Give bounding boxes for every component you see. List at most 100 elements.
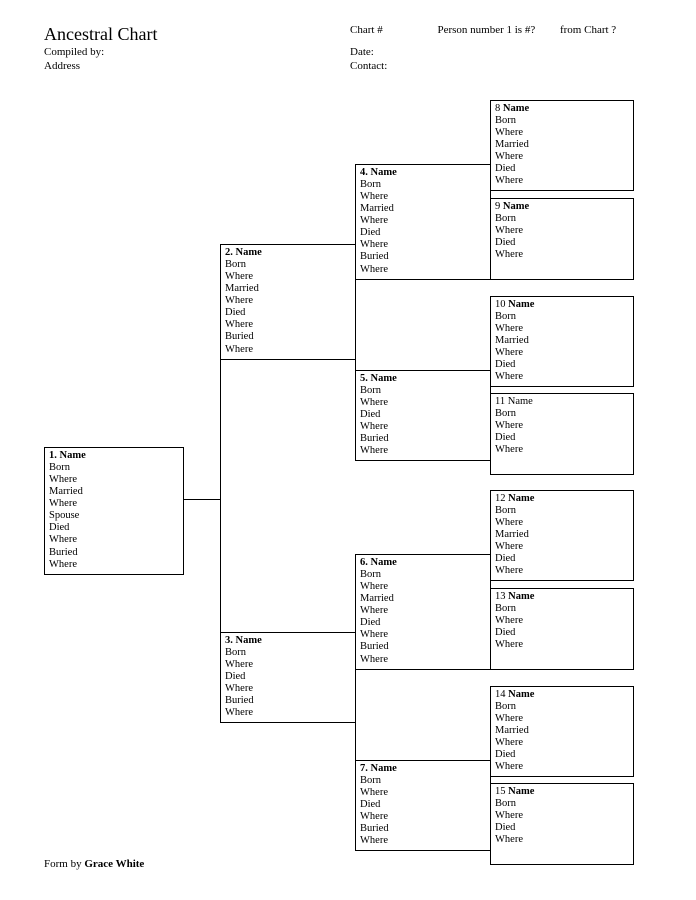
box-field: Where: [360, 581, 486, 593]
box-field: Born: [360, 775, 486, 787]
box-field: Where: [495, 249, 629, 261]
box-field: Died: [495, 553, 629, 565]
box-field: Born: [495, 701, 629, 713]
box-field: Born: [49, 462, 179, 474]
box-field: Where: [225, 683, 351, 695]
box-field: Married: [225, 283, 351, 295]
box-head: 5. Name: [360, 373, 486, 385]
box-field: Married: [495, 335, 629, 347]
box-field: Where: [360, 421, 486, 433]
box-field: Born: [495, 505, 629, 517]
meta-right: Chart # Person number 1 is #? from Chart…: [350, 24, 616, 73]
box-field: Where: [495, 175, 629, 187]
box-field: Married: [495, 529, 629, 541]
ancestor-box-4: 4. NameBornWhereMarriedWhereDiedWhereBur…: [355, 164, 491, 280]
box-field: Buried: [225, 331, 351, 343]
box-field: Where: [49, 534, 179, 546]
box-field: Died: [360, 799, 486, 811]
box-field: Born: [360, 569, 486, 581]
ancestor-box-13: 13 NameBornWhereDiedWhere: [490, 588, 634, 670]
box-field: Died: [225, 307, 351, 319]
box-field: Where: [225, 659, 351, 671]
from-chart-label: from Chart ?: [560, 24, 616, 36]
box-field: Died: [495, 163, 629, 175]
ancestor-box-10: 10 NameBornWhereMarriedWhereDiedWhere: [490, 296, 634, 387]
compiled-by-label: Compiled by:: [44, 46, 104, 60]
ancestor-box-9: 9 NameBornWhereDiedWhere: [490, 198, 634, 280]
box-field: Died: [225, 671, 351, 683]
ancestor-box-2: 2. NameBornWhereMarriedWhereDiedWhereBur…: [220, 244, 356, 360]
box-field: Died: [360, 617, 486, 629]
box-field: Where: [495, 639, 629, 651]
footer-prefix: Form by: [44, 858, 84, 870]
box-field: Died: [49, 522, 179, 534]
box-field: Died: [495, 237, 629, 249]
ancestor-box-7: 7. NameBornWhereDiedWhereBuriedWhere: [355, 760, 491, 851]
person-note-label: Person number 1 is #?: [437, 24, 535, 36]
connector: [184, 499, 220, 500]
box-head: 6. Name: [360, 557, 486, 569]
contact-label: Contact:: [350, 60, 616, 74]
box-field: Where: [495, 761, 629, 773]
ancestor-box-5: 5. NameBornWhereDiedWhereBuriedWhere: [355, 370, 491, 461]
box-head: 14 Name: [495, 689, 629, 701]
box-field: Where: [225, 295, 351, 307]
box-field: Born: [495, 213, 629, 225]
header-block: Ancestral Chart Compiled by: Address Cha…: [44, 24, 652, 45]
box-field: Where: [49, 559, 179, 571]
box-field: Died: [495, 822, 629, 834]
box-field: Buried: [360, 433, 486, 445]
box-field: Married: [360, 203, 486, 215]
box-head: 11 Name: [495, 396, 629, 408]
box-field: Where: [360, 215, 486, 227]
box-field: Married: [495, 725, 629, 737]
box-field: Buried: [49, 547, 179, 559]
box-field: Where: [495, 225, 629, 237]
box-field: Where: [225, 271, 351, 283]
box-head: 2. Name: [225, 247, 351, 259]
box-field: Where: [360, 397, 486, 409]
box-field: Where: [225, 319, 351, 331]
ancestor-box-14: 14 NameBornWhereMarriedWhereDiedWhere: [490, 686, 634, 777]
box-field: Where: [360, 629, 486, 641]
date-label: Date:: [350, 46, 616, 60]
box-field: Where: [360, 239, 486, 251]
ancestor-box-8: 8 NameBornWhereMarriedWhereDiedWhere: [490, 100, 634, 191]
box-field: Where: [495, 420, 629, 432]
box-field: Where: [495, 371, 629, 383]
box-field: Where: [495, 810, 629, 822]
box-field: Buried: [360, 823, 486, 835]
box-head: 4. Name: [360, 167, 486, 179]
address-label: Address: [44, 60, 104, 74]
box-field: Where: [495, 151, 629, 163]
box-field: Died: [495, 432, 629, 444]
box-head: 7. Name: [360, 763, 486, 775]
meta-left: Compiled by: Address: [44, 46, 104, 74]
box-field: Born: [225, 647, 351, 659]
box-field: Where: [49, 474, 179, 486]
box-field: Where: [49, 498, 179, 510]
ancestor-box-1: 1. NameBornWhereMarriedWhereSpouseDiedWh…: [44, 447, 184, 575]
box-field: Where: [495, 517, 629, 529]
box-field: Buried: [360, 641, 486, 653]
box-field: Born: [495, 603, 629, 615]
box-field: Where: [360, 787, 486, 799]
box-field: Where: [495, 541, 629, 553]
box-head: 13 Name: [495, 591, 629, 603]
box-field: Married: [360, 593, 486, 605]
box-field: Died: [495, 359, 629, 371]
box-head: 9 Name: [495, 201, 629, 213]
box-field: Where: [495, 347, 629, 359]
box-field: Where: [495, 444, 629, 456]
box-field: Where: [495, 737, 629, 749]
ancestor-box-15: 15 NameBornWhereDiedWhere: [490, 783, 634, 865]
box-field: Born: [495, 798, 629, 810]
box-field: Where: [360, 835, 486, 847]
box-field: Where: [360, 605, 486, 617]
box-field: Where: [495, 713, 629, 725]
box-head: 3. Name: [225, 635, 351, 647]
ancestor-box-11: 11 NameBornWhereDiedWhere: [490, 393, 634, 475]
footer-author: Grace White: [84, 858, 144, 870]
box-head: 15 Name: [495, 786, 629, 798]
box-field: Born: [360, 179, 486, 191]
